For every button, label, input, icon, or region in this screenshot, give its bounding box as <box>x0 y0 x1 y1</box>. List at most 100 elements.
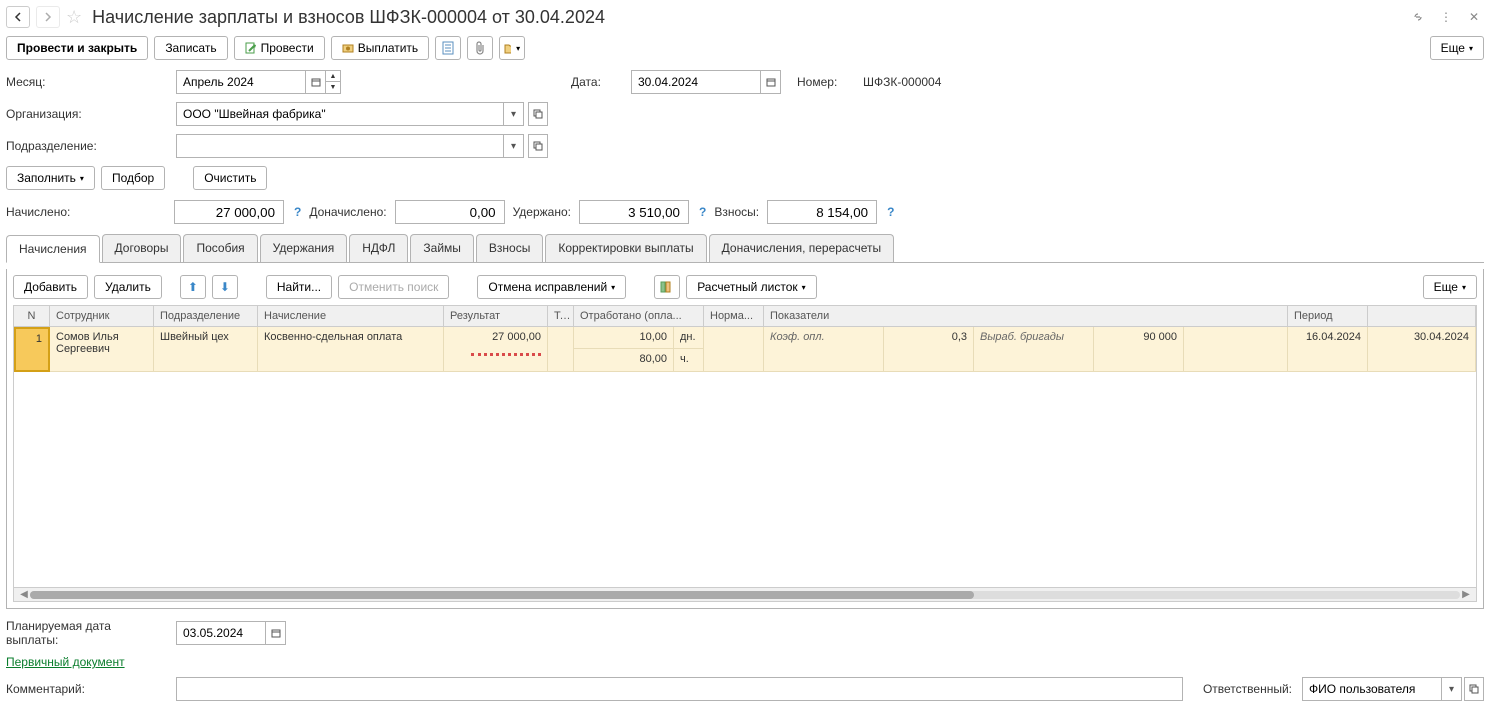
add-accrued-value[interactable] <box>395 200 505 224</box>
tab-contracts[interactable]: Договоры <box>102 234 182 262</box>
accruals-table: N Сотрудник Подразделение Начисление Рез… <box>13 305 1477 602</box>
accrued-value[interactable] <box>174 200 284 224</box>
cell-employee[interactable]: Сомов Илья Сергеевич <box>50 327 154 372</box>
cell-norm[interactable] <box>704 327 764 372</box>
more-menu-icon[interactable]: ⋮ <box>1436 7 1456 27</box>
month-field[interactable] <box>176 70 306 94</box>
dropdown-icon[interactable]: ▾ <box>1442 677 1462 701</box>
tab-loans[interactable]: Займы <box>410 234 474 262</box>
move-up-button[interactable]: ⬆ <box>180 275 206 299</box>
document-icon-button[interactable] <box>435 36 461 60</box>
source-document-link[interactable]: Первичный документ <box>6 655 125 669</box>
col-t[interactable]: Т... <box>548 306 574 326</box>
withheld-value[interactable] <box>579 200 689 224</box>
cell-worked[interactable]: 10,00 дн. 80,00 ч. <box>574 327 704 372</box>
dept-field[interactable] <box>176 134 504 158</box>
col-worked[interactable]: Отработано (опла... <box>574 306 704 326</box>
table-more-button[interactable]: Еще ▾ <box>1423 275 1477 299</box>
worked-days-unit: дн. <box>673 327 703 348</box>
attachment-button[interactable] <box>467 36 493 60</box>
columns-settings-button[interactable] <box>654 275 680 299</box>
col-period[interactable]: Период <box>1288 306 1368 326</box>
tab-pay-corrections[interactable]: Корректировки выплаты <box>545 234 706 262</box>
add-row-button[interactable]: Добавить <box>13 275 88 299</box>
table-row[interactable]: 1 Сомов Илья Сергеевич Швейный цех Косве… <box>14 327 1476 372</box>
pay-button[interactable]: Выплатить <box>331 36 430 60</box>
month-stepper[interactable]: ▲ ▼ <box>326 70 341 94</box>
scroll-thumb[interactable] <box>30 591 974 599</box>
calendar-icon[interactable] <box>306 70 326 94</box>
tab-contrib[interactable]: Взносы <box>476 234 543 262</box>
more-button[interactable]: Еще ▾ <box>1430 36 1484 60</box>
clear-button[interactable]: Очистить <box>193 166 267 190</box>
cell-period-to[interactable]: 30.04.2024 <box>1368 327 1476 372</box>
favorite-icon[interactable]: ☆ <box>66 7 82 28</box>
stepper-up-icon[interactable]: ▲ <box>326 71 340 82</box>
dropdown-icon[interactable]: ▾ <box>504 102 524 126</box>
post-and-close-button[interactable]: Провести и закрыть <box>6 36 148 60</box>
calendar-icon[interactable] <box>761 70 781 94</box>
comment-field[interactable] <box>176 677 1183 701</box>
post-button[interactable]: Провести <box>234 36 325 60</box>
dropdown-icon[interactable]: ▾ <box>504 134 524 158</box>
move-down-button[interactable]: ⬇ <box>212 275 238 299</box>
scroll-left-icon[interactable]: ◀ <box>18 589 30 600</box>
pick-button[interactable]: Подбор <box>101 166 165 190</box>
col-dept[interactable]: Подразделение <box>154 306 258 326</box>
responsible-field[interactable] <box>1302 677 1442 701</box>
accrued-label: Начислено: <box>6 205 166 219</box>
worked-hours-unit: ч. <box>673 349 703 371</box>
tab-deductions[interactable]: Удержания <box>260 234 348 262</box>
col-norm[interactable]: Норма... <box>704 306 764 326</box>
delete-row-button[interactable]: Удалить <box>94 275 162 299</box>
open-folder-button[interactable]: ▾ <box>499 36 525 60</box>
help-icon[interactable]: ? <box>294 205 301 219</box>
cancel-corrections-button[interactable]: Отмена исправлений ▾ <box>477 275 626 299</box>
cell-dept[interactable]: Швейный цех <box>154 327 258 372</box>
horizontal-scrollbar[interactable]: ◀ ▶ <box>14 587 1476 601</box>
cell-result[interactable]: 27 000,00 <box>444 327 548 372</box>
col-result[interactable]: Результат <box>444 306 548 326</box>
date-field[interactable] <box>631 70 761 94</box>
close-icon[interactable]: ✕ <box>1464 7 1484 27</box>
ind2-value: 90 000 <box>1094 327 1184 371</box>
cancel-search-button[interactable]: Отменить поиск <box>338 275 449 299</box>
open-reference-icon[interactable] <box>528 134 548 158</box>
fill-button[interactable]: Заполнить ▾ <box>6 166 95 190</box>
cell-n[interactable]: 1 <box>14 327 50 372</box>
pick-label: Подбор <box>112 171 154 185</box>
find-button[interactable]: Найти... <box>266 275 332 299</box>
cell-indicators[interactable]: Коэф. опл. 0,3 Выраб. бригады 90 000 <box>764 327 1288 372</box>
col-accrual[interactable]: Начисление <box>258 306 444 326</box>
stepper-down-icon[interactable]: ▼ <box>326 82 340 93</box>
cell-period-from[interactable]: 16.04.2024 <box>1288 327 1368 372</box>
col-employee[interactable]: Сотрудник <box>50 306 154 326</box>
col-indicators[interactable]: Показатели <box>764 306 1288 326</box>
tab-accruals[interactable]: Начисления <box>6 235 100 263</box>
tab-recalc[interactable]: Доначисления, перерасчеты <box>709 234 894 262</box>
record-button[interactable]: Записать <box>154 36 227 60</box>
external-icon <box>533 141 543 151</box>
responsible-label: Ответственный: <box>1203 682 1292 696</box>
plan-date-field[interactable] <box>176 621 266 645</box>
open-reference-icon[interactable] <box>1464 677 1484 701</box>
scroll-right-icon[interactable]: ▶ <box>1460 589 1472 600</box>
folder-icon <box>504 42 511 54</box>
cell-t[interactable] <box>548 327 574 372</box>
link-icon[interactable] <box>1408 7 1428 27</box>
contrib-value[interactable] <box>767 200 877 224</box>
org-field[interactable] <box>176 102 504 126</box>
cell-accrual[interactable]: Косвенно-сдельная оплата <box>258 327 444 372</box>
calendar-icon[interactable] <box>266 621 286 645</box>
nav-forward-button[interactable] <box>36 6 60 28</box>
scroll-track[interactable] <box>30 591 1460 599</box>
open-reference-icon[interactable] <box>528 102 548 126</box>
col-n[interactable]: N <box>14 306 50 326</box>
payslip-button[interactable]: Расчетный листок ▾ <box>686 275 816 299</box>
nav-back-button[interactable] <box>6 6 30 28</box>
tab-benefits[interactable]: Пособия <box>183 234 257 262</box>
help-icon[interactable]: ? <box>887 205 894 219</box>
help-icon[interactable]: ? <box>699 205 706 219</box>
tab-ndfl[interactable]: НДФЛ <box>349 234 408 262</box>
col-period-to[interactable] <box>1368 306 1476 326</box>
